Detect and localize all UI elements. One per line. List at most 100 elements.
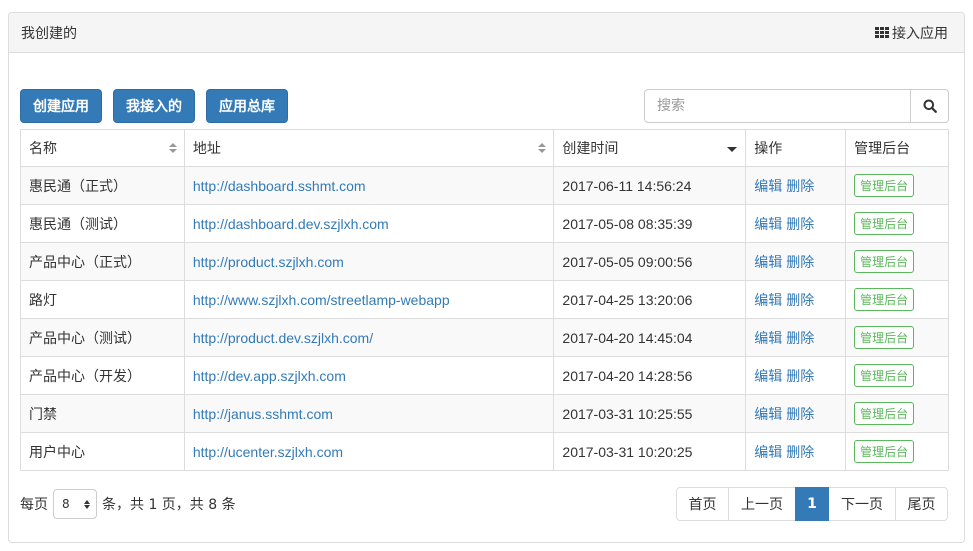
page-current-button[interactable]: 1	[795, 487, 829, 521]
search-group	[644, 89, 949, 123]
admin-console-button[interactable]: 管理后台	[854, 440, 915, 463]
cell-admin: 管理后台	[845, 432, 949, 471]
cell-actions: 编辑 删除	[745, 242, 847, 281]
app-library-button[interactable]: 应用总库	[206, 89, 288, 123]
table-row: 惠民通（测试） http://dashboard.dev.szjlxh.com 20…	[20, 204, 949, 243]
table-row: 产品中心（开发） http://dev.app.szjlxh.com 2017-04…	[20, 356, 949, 395]
panel-heading: 我创建的 接入应用	[9, 13, 964, 53]
cell-created: 2017-06-11 14:56:24	[553, 166, 747, 205]
cell-url: http://www.szjlxh.com/streetlamp-webapp	[183, 280, 555, 319]
edit-link[interactable]: 编辑	[754, 293, 782, 309]
connect-app-link[interactable]: 接入应用	[875, 23, 948, 43]
page-first-button[interactable]: 首页	[676, 487, 729, 521]
delete-link[interactable]: 删除	[786, 331, 814, 347]
cell-name: 产品中心（开发）	[20, 356, 185, 395]
cell-actions: 编辑 删除	[745, 356, 847, 395]
table-row: 路灯 http://www.szjlxh.com/streetlamp-webap…	[20, 280, 949, 319]
cell-created: 2017-04-20 14:45:04	[553, 318, 747, 357]
page-size-value: 8	[62, 497, 70, 511]
admin-console-button[interactable]: 管理后台	[854, 326, 915, 349]
app-url-link[interactable]: http://product.szjlxh.com	[193, 254, 344, 270]
edit-link[interactable]: 编辑	[754, 255, 782, 271]
page-last-button[interactable]: 尾页	[895, 487, 948, 521]
admin-console-button[interactable]: 管理后台	[854, 288, 915, 311]
edit-link[interactable]: 编辑	[754, 217, 782, 233]
cell-actions: 编辑 删除	[745, 280, 847, 319]
admin-console-button[interactable]: 管理后台	[854, 174, 915, 197]
delete-link[interactable]: 删除	[786, 255, 814, 271]
toolbar: 创建应用 我接入的 应用总库	[20, 89, 288, 123]
cell-actions: 编辑 删除	[745, 166, 847, 205]
app-url-link[interactable]: http://ucenter.szjlxh.com	[193, 444, 343, 460]
delete-link[interactable]: 删除	[786, 179, 814, 195]
cell-admin: 管理后台	[845, 318, 949, 357]
delete-link[interactable]: 删除	[786, 445, 814, 461]
admin-console-button[interactable]: 管理后台	[854, 212, 915, 235]
table-row: 门禁 http://janus.sshmt.com 2017-03-31 10:25…	[20, 394, 949, 433]
edit-link[interactable]: 编辑	[754, 369, 782, 385]
pagination: 首页 上一页 1 下一页 尾页	[676, 487, 948, 521]
cell-actions: 编辑 删除	[745, 318, 847, 357]
sort-icon	[168, 143, 177, 153]
admin-console-button[interactable]: 管理后台	[854, 402, 915, 425]
cell-url: http://janus.sshmt.com	[183, 394, 555, 433]
admin-console-button[interactable]: 管理后台	[854, 364, 915, 387]
table-header-row: 名称 地址 创建时间 操作 管理后台	[20, 129, 949, 167]
app-url-link[interactable]: http://dashboard.sshmt.com	[193, 178, 366, 194]
cell-admin: 管理后台	[845, 356, 949, 395]
page-prev-button[interactable]: 上一页	[728, 487, 796, 521]
cell-name: 产品中心（正式）	[20, 242, 185, 281]
app-url-link[interactable]: http://dashboard.dev.szjlxh.com	[193, 216, 389, 232]
cell-admin: 管理后台	[845, 280, 949, 319]
table-body: 惠民通（正式） http://dashboard.sshmt.com 2017-06…	[20, 166, 949, 471]
cell-actions: 编辑 删除	[745, 432, 847, 471]
search-button[interactable]	[911, 89, 949, 123]
page-next-button[interactable]: 下一页	[828, 487, 896, 521]
joined-apps-button[interactable]: 我接入的	[113, 89, 195, 123]
delete-link[interactable]: 删除	[786, 407, 814, 423]
cell-url: http://product.szjlxh.com	[183, 242, 555, 281]
admin-console-button[interactable]: 管理后台	[854, 250, 915, 273]
edit-link[interactable]: 编辑	[754, 331, 782, 347]
cell-actions: 编辑 删除	[745, 204, 847, 243]
col-header-name[interactable]: 名称	[20, 129, 185, 167]
delete-link[interactable]: 删除	[786, 369, 814, 385]
cell-created: 2017-03-31 10:25:55	[553, 394, 747, 433]
cell-actions: 编辑 删除	[745, 394, 847, 433]
delete-link[interactable]: 删除	[786, 217, 814, 233]
sort-icon	[538, 143, 547, 153]
edit-link[interactable]: 编辑	[754, 445, 782, 461]
cell-name: 惠民通（正式）	[20, 166, 185, 205]
connect-app-label: 接入应用	[892, 24, 948, 41]
per-page-label: 每页	[20, 497, 48, 513]
col-header-actions: 操作	[745, 129, 847, 167]
app-url-link[interactable]: http://product.dev.szjlxh.com/	[193, 330, 373, 346]
edit-link[interactable]: 编辑	[754, 407, 782, 423]
page-size-select[interactable]: 8	[53, 489, 97, 519]
grid-icon	[875, 27, 889, 38]
app-url-link[interactable]: http://dev.app.szjlxh.com	[193, 368, 346, 384]
cell-name: 用户中心	[20, 432, 185, 471]
create-app-button[interactable]: 创建应用	[20, 89, 102, 123]
delete-link[interactable]: 删除	[786, 293, 814, 309]
col-header-created[interactable]: 创建时间	[553, 129, 747, 167]
cell-url: http://ucenter.szjlxh.com	[183, 432, 555, 471]
page-summary: 条，共 1 页，共 8 条	[102, 497, 236, 513]
cell-name: 惠民通（测试）	[20, 204, 185, 243]
app-url-link[interactable]: http://janus.sshmt.com	[193, 406, 333, 422]
cell-created: 2017-05-08 08:35:39	[553, 204, 747, 243]
cell-created: 2017-04-25 13:20:06	[553, 280, 747, 319]
cell-created: 2017-03-31 10:20:25	[553, 432, 747, 471]
apps-table: 名称 地址 创建时间 操作 管理后台 惠民通（正式） http://dashboa…	[20, 129, 949, 471]
search-input[interactable]	[644, 89, 911, 123]
edit-link[interactable]: 编辑	[754, 179, 782, 195]
apps-panel: 我创建的 接入应用 创建应用 我接入的 应用总库 名称	[8, 12, 965, 543]
app-url-link[interactable]: http://www.szjlxh.com/streetlamp-webapp	[193, 292, 450, 308]
table-row: 产品中心（测试） http://product.dev.szjlxh.com/20…	[20, 318, 949, 357]
search-icon	[923, 99, 937, 113]
panel-title: 我创建的	[21, 24, 77, 41]
col-header-url[interactable]: 地址	[183, 129, 555, 167]
cell-url: http://product.dev.szjlxh.com/	[183, 318, 555, 357]
cell-admin: 管理后台	[845, 242, 949, 281]
cell-url: http://dashboard.sshmt.com	[183, 166, 555, 205]
